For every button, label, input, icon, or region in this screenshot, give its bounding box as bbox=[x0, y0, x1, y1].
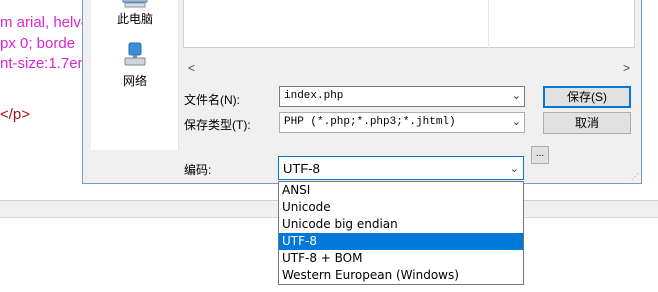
filetype-select[interactable]: PHP (*.php;*.php3;*.jhtml) ⌄ bbox=[279, 112, 525, 133]
filetype-value: PHP (*.php;*.php3;*.jhtml) bbox=[284, 116, 456, 128]
encoding-dropdown: ANSI Unicode Unicode big endian UTF-8 UT… bbox=[278, 181, 524, 285]
chevron-down-icon[interactable]: ⌄ bbox=[512, 89, 521, 102]
place-label: 此电脑 bbox=[116, 12, 153, 26]
encoding-option[interactable]: Western European (Windows) bbox=[279, 267, 523, 284]
encoding-value: UTF-8 bbox=[283, 161, 320, 176]
code-line: m arial, helve bbox=[0, 14, 90, 31]
encoding-option[interactable]: UTF-8 + BOM bbox=[279, 250, 523, 267]
resize-grip-icon[interactable]: ⋰ bbox=[631, 172, 639, 181]
encoding-option[interactable]: Unicode big endian bbox=[279, 216, 523, 233]
network-icon bbox=[124, 42, 146, 66]
filetype-label: 保存类型(T): bbox=[184, 118, 251, 132]
code-line: px 0; borde bbox=[0, 35, 76, 52]
filename-value: index.php bbox=[284, 90, 344, 102]
column-divider bbox=[488, 0, 489, 48]
filename-label: 文件名(N): bbox=[184, 93, 240, 107]
code-line: nt-size:1.7er bbox=[0, 55, 83, 72]
scroll-right-icon[interactable]: > bbox=[618, 60, 635, 77]
places-sidebar: 此电脑 网络 bbox=[91, 0, 179, 150]
more-options-button[interactable]: ... bbox=[531, 146, 549, 164]
encoding-option-selected[interactable]: UTF-8 bbox=[279, 233, 523, 250]
code-line: </p> bbox=[0, 106, 31, 123]
cancel-button[interactable]: 取消 bbox=[543, 112, 631, 134]
chevron-down-icon[interactable]: ⌄ bbox=[510, 162, 519, 175]
encoding-select[interactable]: UTF-8 ⌄ bbox=[278, 156, 524, 180]
scroll-left-icon[interactable]: < bbox=[183, 60, 200, 77]
save-button[interactable]: 保存(S) bbox=[543, 86, 631, 108]
file-list[interactable] bbox=[183, 0, 635, 48]
horizontal-scrollbar[interactable]: < > bbox=[183, 60, 635, 77]
chevron-down-icon[interactable]: ⌄ bbox=[512, 115, 521, 128]
encoding-label: 编码: bbox=[184, 163, 212, 177]
encoding-option[interactable]: ANSI bbox=[279, 182, 523, 199]
filename-field[interactable]: index.php ⌄ bbox=[279, 86, 525, 107]
place-label: 网络 bbox=[122, 74, 147, 88]
encoding-option[interactable]: Unicode bbox=[279, 199, 523, 216]
